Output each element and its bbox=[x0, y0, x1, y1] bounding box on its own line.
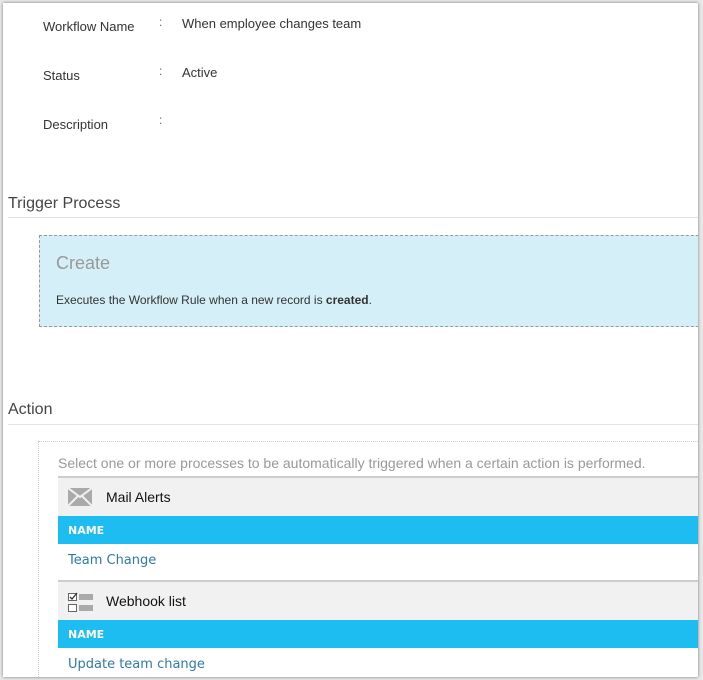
desc-text: Executes the Workflow Rule when a new re… bbox=[56, 293, 326, 307]
column-header-name: NAME bbox=[58, 620, 698, 648]
action-panel: Select one or more processes to be autom… bbox=[38, 441, 698, 677]
list-item-link[interactable]: Update team change bbox=[58, 648, 698, 677]
trigger-box: Create Executes the Workflow Rule when a… bbox=[39, 235, 698, 327]
action-intro: Select one or more processes to be autom… bbox=[58, 455, 646, 471]
mail-icon bbox=[67, 487, 93, 511]
group-header: Webhook list bbox=[58, 580, 698, 620]
group-mail-alerts: Mail Alerts NAME Team Change bbox=[58, 476, 698, 578]
action-heading: Action bbox=[8, 401, 53, 418]
divider bbox=[8, 424, 698, 425]
desc-suffix: . bbox=[368, 293, 372, 307]
group-name: Webhook list bbox=[106, 593, 186, 609]
trigger-title: Create bbox=[56, 253, 111, 273]
group-webhook-list: Webhook list NAME Update team change bbox=[58, 580, 698, 677]
detail-label: Workflow Name bbox=[43, 19, 135, 34]
detail-colon: : bbox=[159, 15, 163, 29]
detail-value: When employee changes team bbox=[182, 16, 362, 31]
column-header-name: NAME bbox=[58, 516, 698, 544]
workflow-details-window: Workflow Name : When employee changes te… bbox=[3, 3, 698, 677]
detail-value: Active bbox=[182, 65, 218, 80]
detail-label: Description bbox=[43, 117, 109, 132]
detail-colon: : bbox=[159, 64, 163, 78]
list-item-link[interactable]: Team Change bbox=[58, 544, 698, 578]
detail-label: Status bbox=[43, 68, 80, 83]
detail-colon: : bbox=[159, 113, 163, 127]
group-header: Mail Alerts bbox=[58, 476, 698, 516]
checklist-icon bbox=[68, 592, 96, 619]
divider bbox=[8, 217, 698, 218]
group-name: Mail Alerts bbox=[106, 489, 171, 505]
trigger-description: Executes the Workflow Rule when a new re… bbox=[56, 293, 372, 307]
desc-bold: created bbox=[325, 293, 369, 307]
trigger-process-heading: Trigger Process bbox=[8, 195, 121, 212]
